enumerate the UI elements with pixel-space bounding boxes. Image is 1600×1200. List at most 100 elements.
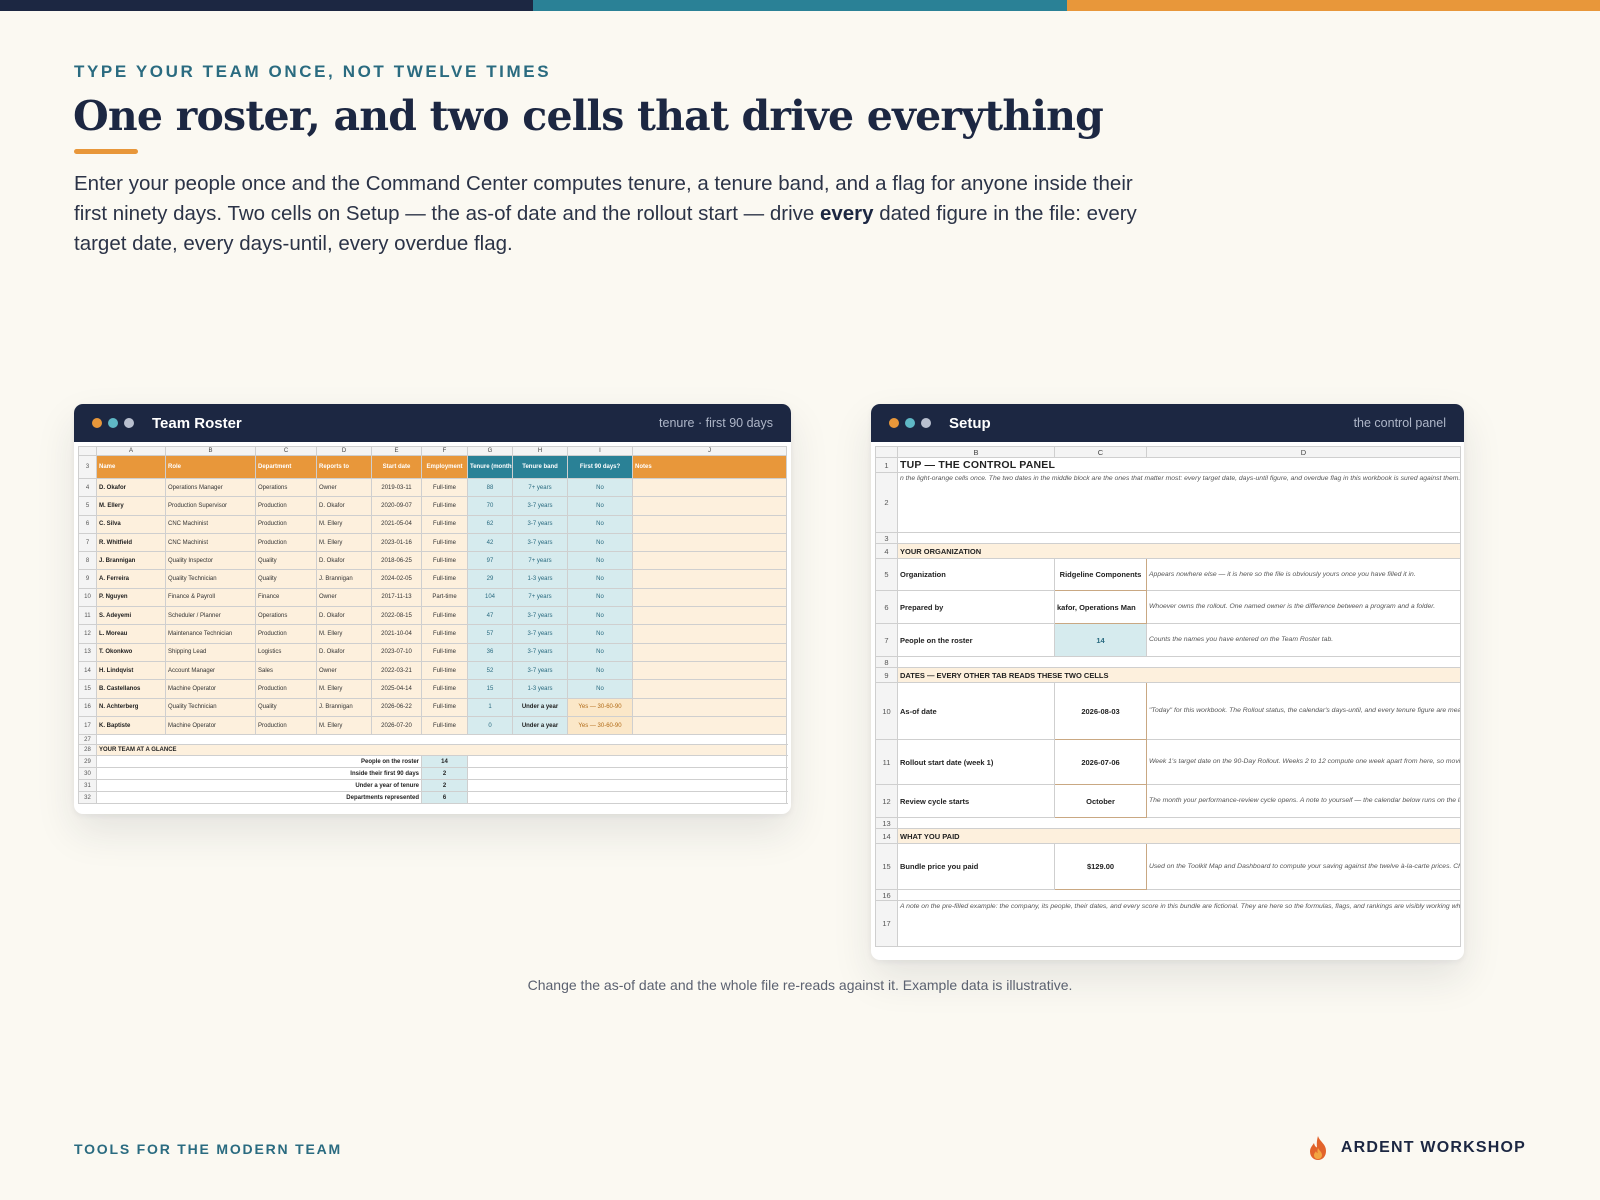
start-date-cell[interactable]: 2022-03-21 (371, 660, 422, 681)
notes-cell[interactable] (632, 587, 787, 608)
name-cell[interactable]: M. Ellery (96, 496, 166, 516)
notes-cell[interactable] (632, 660, 787, 681)
prepared-by-input[interactable]: kafor, Operations Man (1054, 590, 1147, 624)
rollout-start-input[interactable]: 2026-07-06 (1054, 739, 1147, 785)
role-cell[interactable]: Operations Manager (165, 477, 256, 498)
department-cell[interactable]: Finance (255, 587, 317, 608)
role-cell[interactable]: Account Manager (165, 660, 256, 681)
reports-to-cell[interactable]: D. Okafor (316, 642, 372, 662)
reports-to-cell[interactable]: Owner (316, 660, 372, 681)
employment-cell[interactable]: Full-time (421, 477, 468, 498)
reports-to-cell[interactable]: J. Brannigan (316, 697, 372, 717)
role-cell[interactable]: Shipping Lead (165, 642, 256, 662)
notes-cell[interactable] (632, 477, 787, 498)
role-cell[interactable]: Quality Inspector (165, 551, 256, 571)
start-date-cell[interactable]: 2023-07-10 (371, 642, 422, 662)
role-cell[interactable]: Production Supervisor (165, 496, 256, 516)
notes-cell[interactable] (632, 642, 787, 662)
name-cell[interactable]: N. Achterberg (96, 697, 166, 717)
employment-cell[interactable]: Full-time (421, 496, 468, 516)
notes-cell[interactable] (632, 514, 787, 534)
name-cell[interactable]: R. Whitfield (96, 532, 166, 553)
department-cell[interactable]: Quality (255, 569, 317, 589)
name-cell[interactable]: P. Nguyen (96, 587, 166, 608)
bundle-price-input[interactable]: $129.00 (1054, 843, 1147, 890)
start-date-cell[interactable]: 2022-08-15 (371, 606, 422, 626)
reports-to-cell[interactable]: M. Ellery (316, 624, 372, 644)
role-cell[interactable]: Quality Technician (165, 569, 256, 589)
name-cell[interactable]: L. Moreau (96, 624, 166, 644)
department-cell[interactable]: Operations (255, 606, 317, 626)
role-cell[interactable]: Machine Operator (165, 715, 256, 736)
start-date-cell[interactable]: 2019-03-11 (371, 477, 422, 498)
role-cell[interactable]: Machine Operator (165, 679, 256, 699)
notes-cell[interactable] (632, 606, 787, 626)
name-cell[interactable]: T. Okonkwo (96, 642, 166, 662)
name-cell[interactable]: A. Ferreira (96, 569, 166, 589)
as-of-date-input[interactable]: 2026-08-03 (1054, 682, 1147, 740)
name-cell[interactable]: B. Castellanos (96, 679, 166, 699)
department-cell[interactable]: Production (255, 624, 317, 644)
start-date-cell[interactable]: 2020-09-07 (371, 496, 422, 516)
department-cell[interactable]: Quality (255, 697, 317, 717)
employment-cell[interactable]: Full-time (421, 715, 468, 736)
notes-cell[interactable] (632, 679, 787, 699)
reports-to-cell[interactable]: Owner (316, 477, 372, 498)
role-cell[interactable]: Scheduler / Planner (165, 606, 256, 626)
notes-cell[interactable] (632, 551, 787, 571)
organization-input[interactable]: Ridgeline Components (1054, 558, 1147, 591)
role-cell[interactable]: CNC Machinist (165, 514, 256, 534)
reports-to-cell[interactable]: Owner (316, 587, 372, 608)
notes-cell[interactable] (632, 569, 787, 589)
notes-cell[interactable] (632, 624, 787, 644)
notes-cell[interactable] (632, 496, 787, 516)
employment-cell[interactable]: Full-time (421, 624, 468, 644)
name-cell[interactable]: C. Silva (96, 514, 166, 534)
role-cell[interactable]: Finance & Payroll (165, 587, 256, 608)
notes-cell[interactable] (632, 697, 787, 717)
start-date-cell[interactable]: 2026-06-22 (371, 697, 422, 717)
reports-to-cell[interactable]: M. Ellery (316, 679, 372, 699)
employment-cell[interactable]: Full-time (421, 569, 468, 589)
notes-cell[interactable] (632, 715, 787, 736)
employment-cell[interactable]: Full-time (421, 697, 468, 717)
reports-to-cell[interactable]: D. Okafor (316, 496, 372, 516)
department-cell[interactable]: Operations (255, 477, 317, 498)
reports-to-cell[interactable]: M. Ellery (316, 514, 372, 534)
department-cell[interactable]: Sales (255, 660, 317, 681)
department-cell[interactable]: Production (255, 496, 317, 516)
name-cell[interactable]: D. Okafor (96, 477, 166, 498)
role-cell[interactable]: CNC Machinist (165, 532, 256, 553)
start-date-cell[interactable]: 2017-11-13 (371, 587, 422, 608)
employment-cell[interactable]: Full-time (421, 532, 468, 553)
employment-cell[interactable]: Full-time (421, 551, 468, 571)
name-cell[interactable]: S. Adeyemi (96, 606, 166, 626)
reports-to-cell[interactable]: D. Okafor (316, 606, 372, 626)
start-date-cell[interactable]: 2021-05-04 (371, 514, 422, 534)
role-cell[interactable]: Quality Technician (165, 697, 256, 717)
name-cell[interactable]: H. Lindqvist (96, 660, 166, 681)
employment-cell[interactable]: Full-time (421, 514, 468, 534)
start-date-cell[interactable]: 2018-06-25 (371, 551, 422, 571)
reports-to-cell[interactable]: D. Okafor (316, 551, 372, 571)
department-cell[interactable]: Production (255, 514, 317, 534)
department-cell[interactable]: Production (255, 715, 317, 736)
role-cell[interactable]: Maintenance Technician (165, 624, 256, 644)
employment-cell[interactable]: Part-time (421, 587, 468, 608)
start-date-cell[interactable]: 2023-01-16 (371, 532, 422, 553)
start-date-cell[interactable]: 2026-07-20 (371, 715, 422, 736)
department-cell[interactable]: Quality (255, 551, 317, 571)
reports-to-cell[interactable]: M. Ellery (316, 532, 372, 553)
name-cell[interactable]: J. Brannigan (96, 551, 166, 571)
employment-cell[interactable]: Full-time (421, 660, 468, 681)
department-cell[interactable]: Production (255, 679, 317, 699)
start-date-cell[interactable]: 2021-10-04 (371, 624, 422, 644)
department-cell[interactable]: Production (255, 532, 317, 553)
start-date-cell[interactable]: 2024-02-05 (371, 569, 422, 589)
employment-cell[interactable]: Full-time (421, 642, 468, 662)
department-cell[interactable]: Logistics (255, 642, 317, 662)
reports-to-cell[interactable]: M. Ellery (316, 715, 372, 736)
start-date-cell[interactable]: 2025-04-14 (371, 679, 422, 699)
notes-cell[interactable] (632, 532, 787, 553)
review-cycle-input[interactable]: October (1054, 784, 1147, 818)
